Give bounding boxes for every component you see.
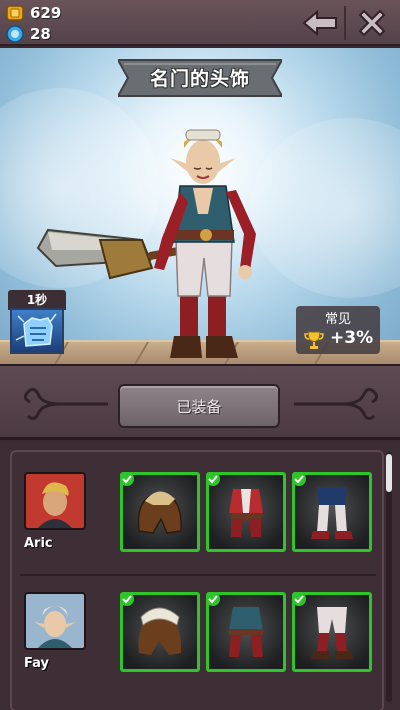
item-slot-armor[interactable] bbox=[206, 472, 286, 552]
title-banner: 名门的头饰 bbox=[118, 58, 282, 98]
gem-amount: 28 bbox=[30, 25, 51, 43]
back-button[interactable] bbox=[300, 4, 340, 42]
item-slot-outfit[interactable] bbox=[206, 592, 286, 672]
ornament-left bbox=[23, 387, 108, 421]
gold-coin-icon bbox=[6, 5, 24, 21]
close-button[interactable] bbox=[352, 4, 392, 42]
gem-icon bbox=[6, 25, 24, 43]
rarity-bonus: +3% bbox=[330, 328, 374, 348]
gold-amount: 629 bbox=[30, 4, 62, 22]
list-frame: Aric Fay bbox=[10, 450, 384, 710]
scrollbar[interactable] bbox=[386, 452, 392, 702]
skill-cooldown: 1秒 bbox=[8, 290, 66, 310]
character-list: Aric Fay bbox=[0, 442, 400, 710]
character-row: Fay bbox=[12, 580, 384, 692]
equipped-button[interactable]: 已装备 bbox=[118, 384, 280, 428]
item-slot-headpiece[interactable] bbox=[120, 592, 200, 672]
scrollbar-thumb[interactable] bbox=[386, 454, 392, 492]
avatar[interactable] bbox=[24, 592, 86, 650]
gold-counter: 629 bbox=[6, 3, 61, 23]
close-icon bbox=[358, 9, 386, 37]
item-slot-leggings[interactable] bbox=[292, 592, 372, 672]
item-title: 名门的头饰 bbox=[149, 68, 250, 90]
rarity-panel: 常见 +3% bbox=[296, 306, 380, 354]
hero-character bbox=[36, 129, 256, 358]
back-arrow-icon bbox=[302, 9, 337, 37]
item-slot-boots[interactable] bbox=[292, 472, 372, 552]
divider bbox=[344, 6, 346, 40]
equip-bar: 已装备 bbox=[0, 364, 400, 440]
skill-image bbox=[10, 308, 64, 354]
frost-fist-icon bbox=[15, 313, 57, 347]
rarity-label: 常见 bbox=[324, 312, 351, 327]
gem-counter: 28 bbox=[6, 24, 51, 44]
top-bar: 629 28 bbox=[0, 0, 400, 46]
avatar[interactable] bbox=[24, 472, 86, 530]
ornament-right bbox=[294, 387, 379, 421]
character-name: Aric bbox=[24, 536, 53, 551]
skill-slot[interactable]: 1秒 bbox=[8, 290, 66, 364]
item-slot-helmet[interactable] bbox=[120, 472, 200, 552]
character-row: Aric bbox=[12, 460, 384, 576]
character-name: Fay bbox=[24, 656, 49, 671]
trophy-icon bbox=[304, 331, 324, 349]
row-divider bbox=[20, 574, 376, 576]
